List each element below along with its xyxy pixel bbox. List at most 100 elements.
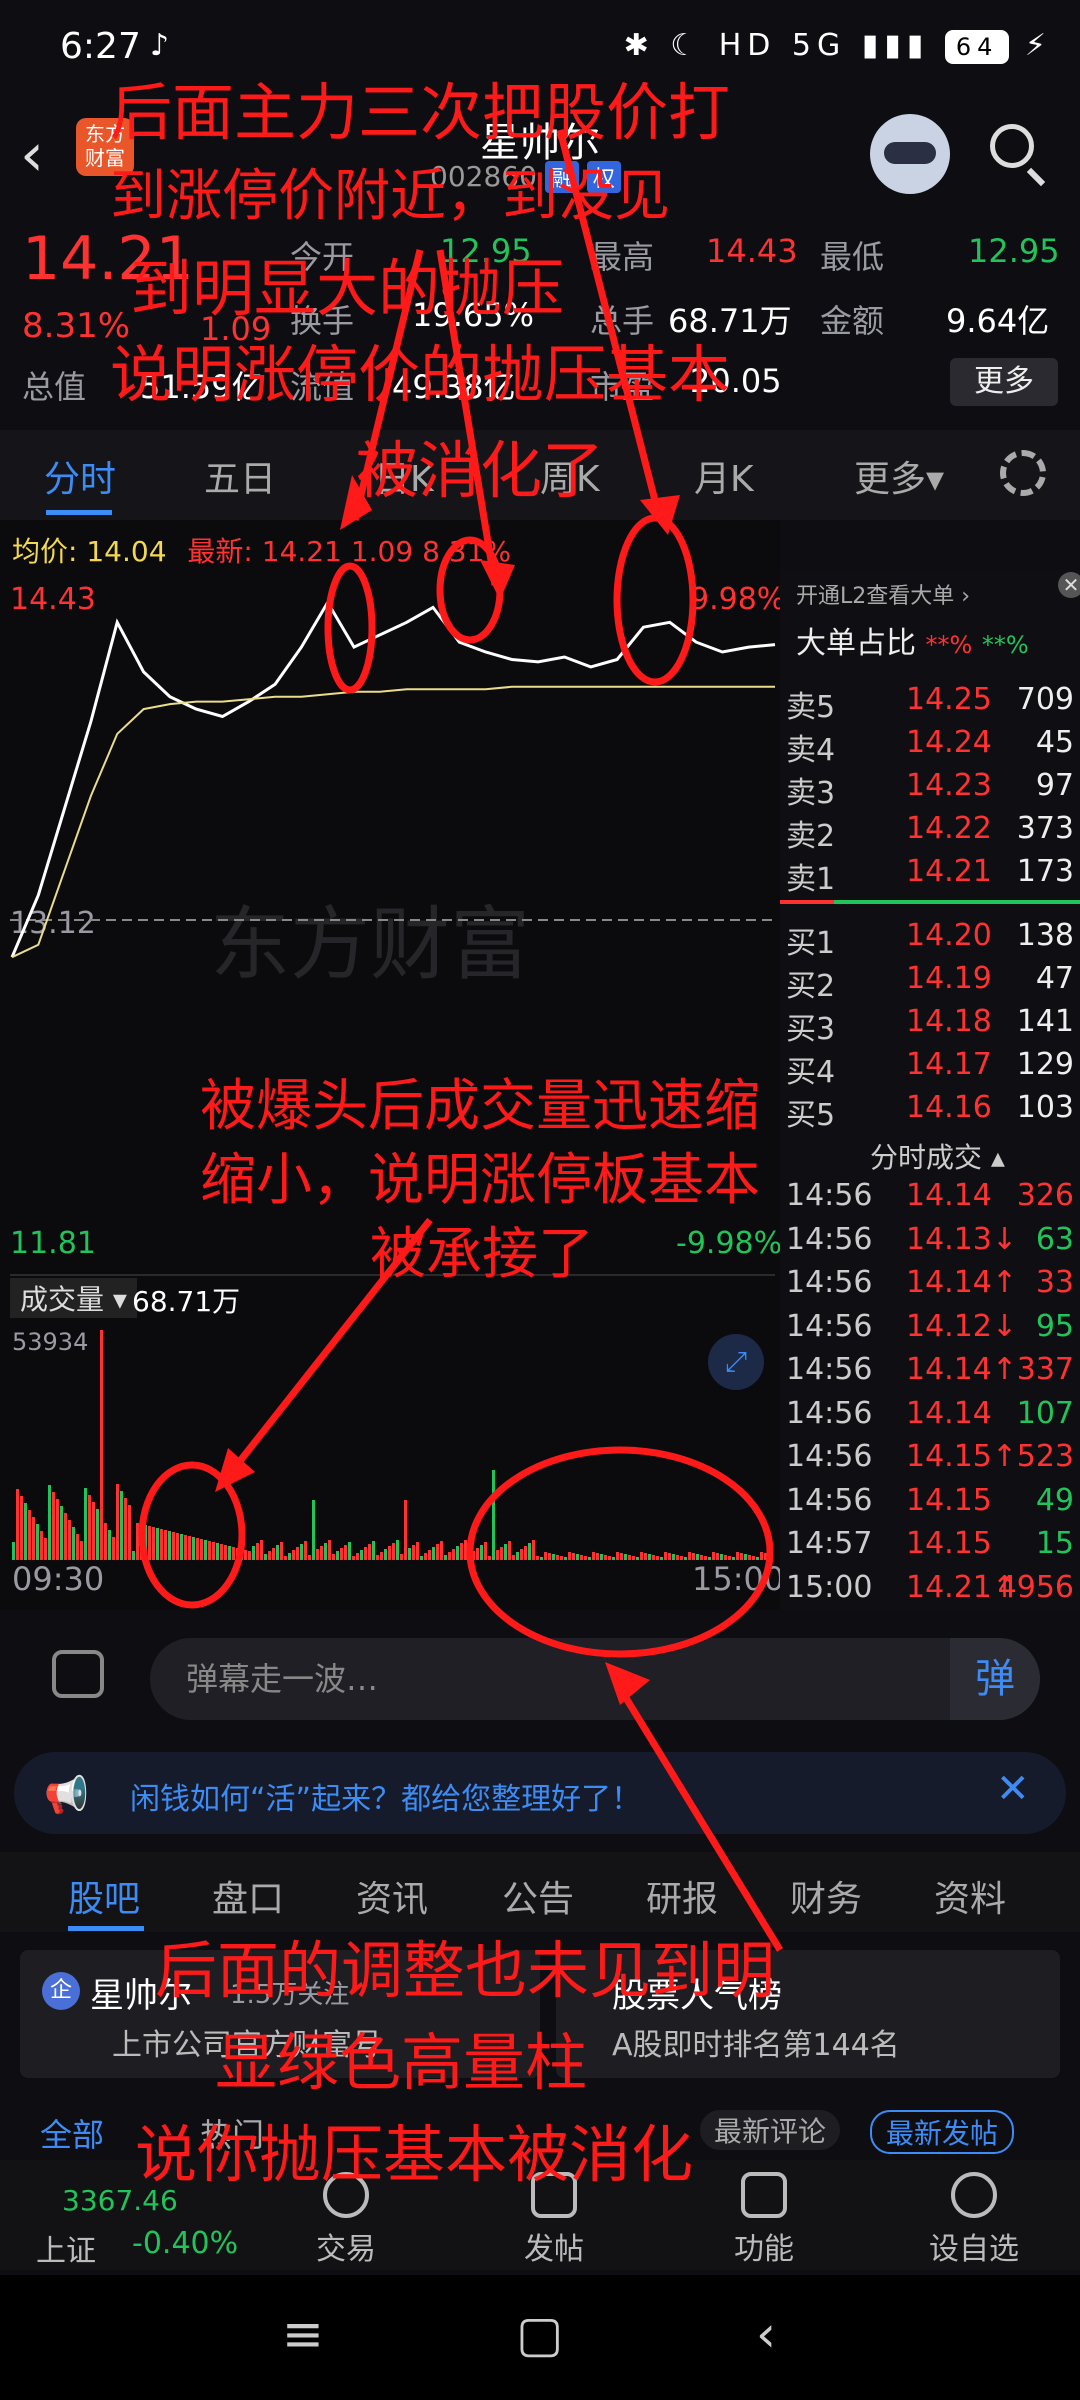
- tab-profile[interactable]: 资料: [934, 1870, 1006, 1922]
- amount-value: 9.64亿: [946, 302, 1050, 340]
- danmu-button[interactable]: 弹: [950, 1638, 1040, 1720]
- bid-label: 买2: [786, 969, 836, 1004]
- volume-bar: [156, 1528, 159, 1560]
- annotation-text-5: 被消化了: [356, 434, 605, 507]
- annotation-text-11: 说你抛压基本被消化: [135, 2118, 694, 2191]
- bid-price: 14.19: [906, 961, 992, 996]
- ticks-title[interactable]: 分时成交 ▴: [870, 1136, 1005, 1176]
- tick-volume: 33: [1035, 1265, 1074, 1300]
- back-nav-icon[interactable]: ‹: [756, 2305, 776, 2363]
- banner-close-icon[interactable]: ✕: [996, 1766, 1030, 1812]
- sort-latest-post[interactable]: 最新发帖: [870, 2110, 1015, 2154]
- tab-intraday[interactable]: 分时: [44, 450, 116, 502]
- volume-bar: [588, 1557, 591, 1560]
- volume-bar: [672, 1554, 675, 1560]
- time-end: 15:00: [692, 1560, 785, 1598]
- intraday-chart[interactable]: 均价: 14.04 最新: 14.21 1.09 8.31% 东方财富 14.4…: [0, 520, 785, 1610]
- tab-finance[interactable]: 财务: [790, 1870, 862, 1922]
- volume-bar: [612, 1557, 615, 1560]
- volume-bar: [388, 1546, 391, 1560]
- volume-bar: [76, 1534, 79, 1560]
- tab-more[interactable]: 更多▾: [854, 450, 944, 502]
- volume-bar: [600, 1554, 603, 1560]
- volume-bar: [272, 1548, 275, 1560]
- tick-row: 14:56 14.15↑ 523: [780, 1439, 1080, 1482]
- volume-bars: [12, 1330, 771, 1560]
- tick-price: 14.15: [906, 1482, 992, 1518]
- volume-bar: [124, 1498, 127, 1560]
- volume-bar: [580, 1555, 583, 1560]
- volume-bar: [64, 1513, 67, 1560]
- volume-bar: [244, 1550, 247, 1560]
- tab-five-day[interactable]: 五日: [204, 450, 276, 502]
- amount-label: 金额: [820, 302, 885, 340]
- bid-price: 14.18: [906, 1004, 992, 1039]
- tick-volume: 337: [1016, 1352, 1074, 1387]
- tick-label: 14:56: [786, 1395, 873, 1431]
- tab-guba[interactable]: 股吧: [68, 1870, 140, 1922]
- nav-functions[interactable]: 功能: [704, 2172, 824, 2268]
- card-right-sub: A股即时排名第144名: [612, 2028, 900, 2063]
- sort-latest-comment[interactable]: 最新评论: [700, 2110, 841, 2150]
- ask-volume: 709: [1016, 682, 1074, 717]
- menu-icon[interactable]: ≡: [282, 2305, 324, 2363]
- filter-all[interactable]: 全部: [40, 2110, 104, 2156]
- volume-bar: [352, 1556, 355, 1560]
- volume-bar: [568, 1552, 571, 1560]
- volume-bar: [364, 1547, 367, 1560]
- volume-bar: [132, 1551, 135, 1560]
- ask-price: 14.21: [906, 854, 992, 889]
- tick-row: 14:56 14.14 107: [780, 1396, 1080, 1439]
- search-icon[interactable]: [990, 124, 1034, 168]
- volume-bar: [328, 1540, 331, 1560]
- volume-bar: [252, 1546, 255, 1560]
- tab-announce[interactable]: 公告: [502, 1870, 574, 1922]
- volume-bar: [396, 1540, 399, 1560]
- more-button[interactable]: 更多: [950, 358, 1058, 406]
- volume-bar: [544, 1552, 547, 1560]
- volume-bar: [576, 1554, 579, 1560]
- tab-news[interactable]: 资讯: [356, 1870, 428, 1922]
- volume-bar: [536, 1556, 539, 1560]
- volume-bar: [488, 1556, 491, 1560]
- volume-selector[interactable]: 成交量 ▾: [10, 1278, 137, 1318]
- tab-monthly-k[interactable]: 月K: [694, 450, 754, 502]
- volume-bar: [116, 1484, 119, 1560]
- grid-icon: [741, 2172, 787, 2218]
- l2-hint[interactable]: 开通L2查看大单 ›: [796, 578, 1080, 609]
- volume-bar: [348, 1542, 351, 1560]
- ask-price: 14.22: [906, 811, 992, 846]
- tab-research[interactable]: 研报: [646, 1870, 718, 1922]
- danmu-input[interactable]: 弹幕走一波…: [150, 1638, 1040, 1720]
- volume-bar: [296, 1547, 299, 1560]
- volume-bar: [512, 1555, 515, 1560]
- volume-bar: [376, 1555, 379, 1560]
- tab-pankou[interactable]: 盘口: [212, 1870, 284, 1922]
- volume-bar: [188, 1536, 191, 1560]
- price-lines: [10, 599, 776, 959]
- bid-label: 买4: [786, 1055, 836, 1090]
- volume-bar: [336, 1551, 339, 1560]
- assistant-robot-icon[interactable]: [870, 114, 950, 194]
- annotation-text-6: 被爆头后成交量迅速缩: [200, 1074, 760, 1139]
- volume-bar: [452, 1549, 455, 1560]
- index-name[interactable]: 上证: [36, 2226, 96, 2270]
- ask-volume: 97: [1035, 768, 1074, 803]
- volume-bar: [572, 1553, 575, 1560]
- volume-bar: [204, 1540, 207, 1560]
- volume-bar: [112, 1537, 115, 1560]
- tick-row: 14:56 14.15 49: [780, 1483, 1080, 1526]
- volume-bar: [460, 1543, 463, 1560]
- home-icon[interactable]: ▢: [516, 2305, 563, 2363]
- system-icons: ✱ ☾ HD 5G ▮▮▮ 64 ⚡: [623, 28, 1052, 64]
- promo-banner[interactable]: 📢 闲钱如何“活”起来？都给您整理好了！ ✕: [14, 1752, 1066, 1834]
- tick-price: 14.14: [906, 1395, 992, 1431]
- nav-add-watchlist[interactable]: 设自选: [914, 2172, 1034, 2268]
- close-icon[interactable]: ✕: [1058, 572, 1080, 598]
- expand-icon[interactable]: ⤢: [708, 1334, 764, 1390]
- volume-bar: [100, 1330, 103, 1560]
- danmu-bar: 弹幕走一波… 弹: [0, 1610, 1080, 1740]
- danmu-settings-icon[interactable]: [52, 1650, 104, 1698]
- gear-icon[interactable]: [1000, 450, 1046, 496]
- ask-price: 14.25: [906, 682, 992, 717]
